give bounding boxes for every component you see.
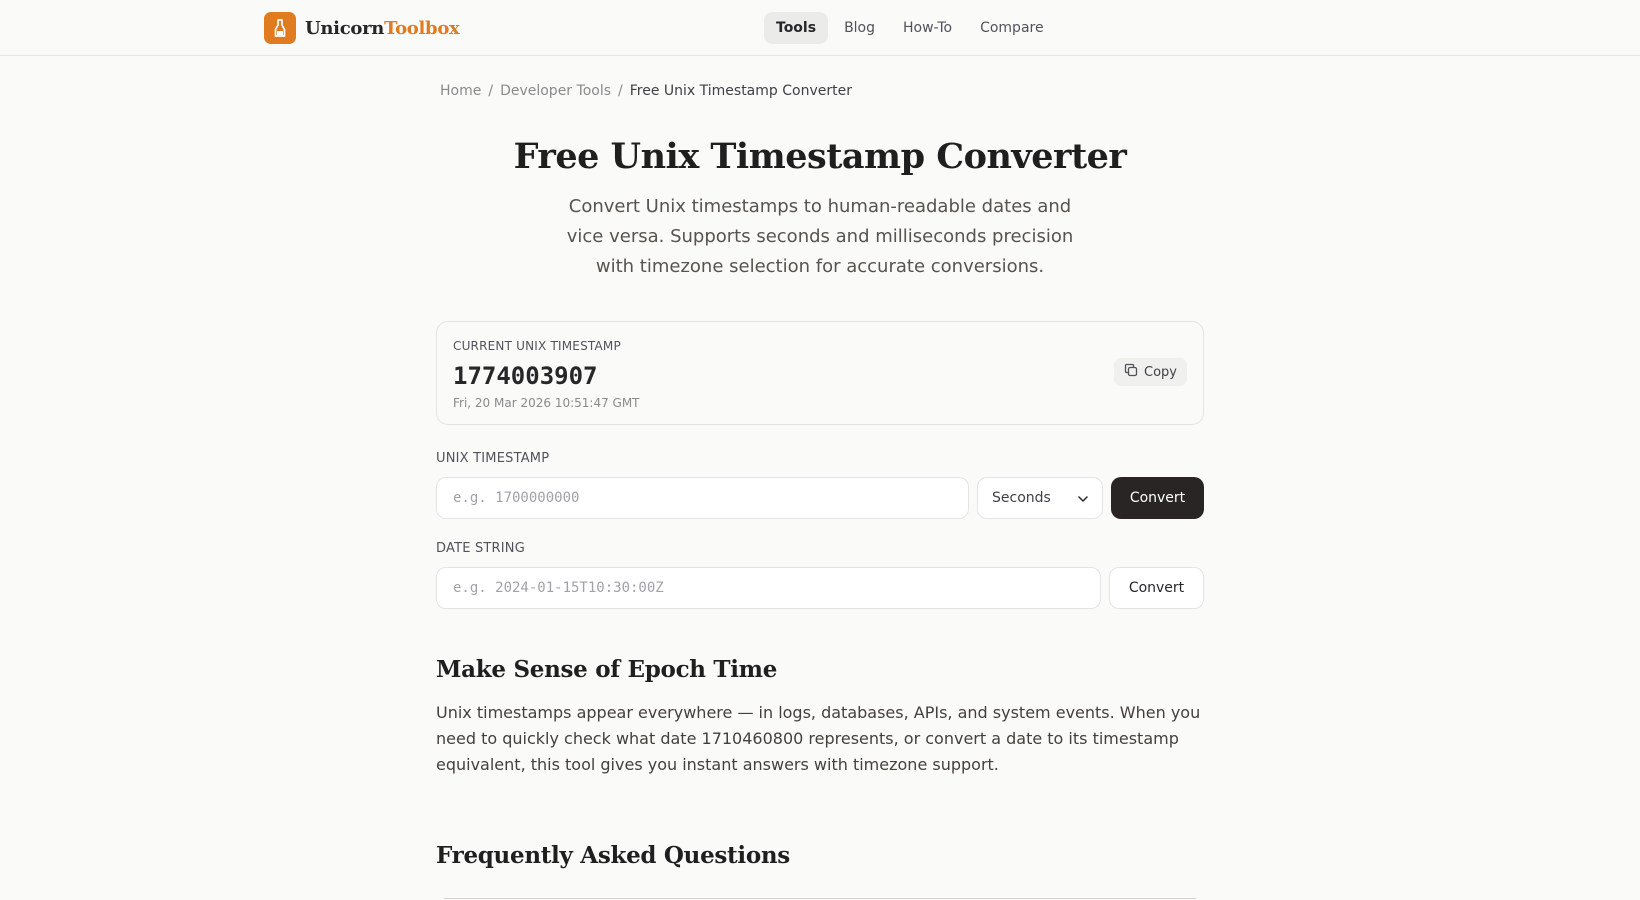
current-timestamp-label: CURRENT UNIX TIMESTAMP: [453, 339, 621, 353]
top-navigation-bar: UnicornToolbox Tools Blog How-To Compare: [0, 0, 1640, 56]
breadcrumb: Home / Developer Tools / Free Unix Times…: [440, 81, 852, 101]
convert-date-button[interactable]: Convert: [1109, 567, 1204, 609]
unit-select-value: Seconds: [992, 490, 1051, 506]
breadcrumb-separator: /: [488, 83, 494, 99]
main-nav: Tools Blog How-To Compare: [764, 12, 1056, 44]
nav-compare[interactable]: Compare: [968, 12, 1056, 44]
date-string-label: DATE STRING: [436, 541, 526, 556]
faq-heading: Frequently Asked Questions: [436, 842, 790, 869]
date-string-input[interactable]: [436, 567, 1101, 609]
unix-timestamp-label: UNIX TIMESTAMP: [436, 451, 550, 466]
current-timestamp-value: 1774003907: [453, 362, 598, 390]
faq-divider: [444, 898, 1196, 899]
logo-link[interactable]: UnicornToolbox: [264, 12, 460, 44]
chevron-down-icon: [1078, 490, 1088, 506]
breadcrumb-current: Free Unix Timestamp Converter: [629, 83, 852, 99]
nav-blog[interactable]: Blog: [832, 12, 887, 44]
nav-tools[interactable]: Tools: [764, 12, 829, 44]
current-timestamp-date: Fri, 20 Mar 2026 10:51:47 GMT: [453, 396, 640, 410]
page-subtitle: Convert Unix timestamps to human-readabl…: [566, 196, 1074, 277]
unix-timestamp-input[interactable]: [436, 477, 969, 519]
content-paragraph: Unix timestamps appear everywhere — in l…: [436, 703, 1201, 774]
unit-select[interactable]: Seconds: [977, 477, 1103, 519]
breadcrumb-home[interactable]: Home: [440, 83, 481, 99]
nav-how-to[interactable]: How-To: [891, 12, 964, 44]
page-title: Free Unix Timestamp Converter: [513, 136, 1127, 177]
logo-name: Unicorn: [305, 17, 385, 39]
bottle-icon: [264, 12, 296, 44]
logo-text: UnicornToolbox: [305, 17, 460, 39]
copy-button[interactable]: Copy: [1114, 358, 1187, 386]
content-heading: Make Sense of Epoch Time: [436, 656, 778, 683]
copy-icon: [1124, 363, 1138, 381]
breadcrumb-separator: /: [618, 83, 623, 99]
logo-accent: Toolbox: [384, 17, 460, 39]
copy-button-label: Copy: [1144, 364, 1177, 380]
convert-timestamp-button[interactable]: Convert: [1111, 477, 1204, 519]
current-timestamp-card: CURRENT UNIX TIMESTAMP 1774003907 Fri, 2…: [436, 321, 1204, 425]
breadcrumb-developer-tools[interactable]: Developer Tools: [500, 83, 611, 99]
